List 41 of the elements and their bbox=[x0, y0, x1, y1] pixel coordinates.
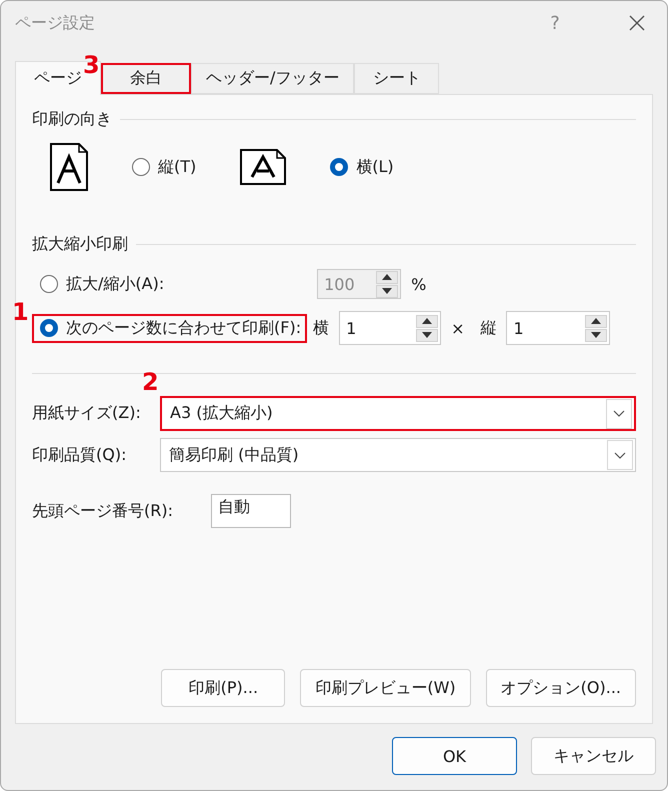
radio-option[interactable]: 横(L) bbox=[330, 156, 394, 178]
section-title: 印刷の向き bbox=[32, 109, 112, 130]
pages-wide-spinbox[interactable]: 1 bbox=[339, 311, 442, 345]
callout-number: 2 bbox=[142, 370, 159, 394]
action-button[interactable]: オプション(O)... bbox=[486, 669, 636, 707]
tab[interactable]: ヘッダー/フッター bbox=[191, 63, 354, 94]
chevron-down-icon bbox=[614, 452, 626, 458]
down-arrow-icon bbox=[422, 332, 432, 338]
spin-up-button[interactable] bbox=[585, 314, 608, 328]
up-arrow-icon bbox=[422, 318, 432, 324]
up-arrow-icon bbox=[591, 318, 602, 324]
field-label: 横 bbox=[313, 318, 330, 338]
portrait-page-icon bbox=[50, 143, 88, 191]
dialog-button[interactable]: キャンセル bbox=[531, 737, 656, 775]
down-arrow-icon bbox=[382, 288, 392, 294]
field-label: 縦 bbox=[480, 318, 496, 338]
close-icon bbox=[629, 15, 645, 31]
pages-tall-spinbox[interactable]: 1 bbox=[506, 311, 610, 345]
radio-option[interactable]: 縦(T) bbox=[132, 156, 196, 178]
up-arrow-icon bbox=[382, 274, 392, 280]
times-sign: × bbox=[451, 318, 464, 338]
spin-down-button[interactable] bbox=[585, 328, 608, 342]
action-button[interactable]: 印刷(P)... bbox=[161, 669, 286, 707]
dialog-button[interactable]: OK bbox=[392, 737, 517, 775]
input-field[interactable]: 自動 bbox=[211, 494, 291, 528]
dropdown[interactable]: 簡易印刷 (中品質) bbox=[160, 438, 636, 472]
unit-label: % bbox=[411, 274, 426, 294]
section-title: 拡大縮小印刷 bbox=[32, 234, 128, 255]
spin-up-button[interactable] bbox=[416, 314, 438, 328]
tab[interactable]: シート bbox=[354, 63, 440, 94]
chevron-down-icon bbox=[613, 410, 625, 417]
field-label: 印刷品質(Q): bbox=[32, 444, 128, 466]
field-label: 先頭ページ番号(R): bbox=[32, 500, 173, 522]
landscape-page-icon bbox=[240, 149, 286, 185]
window-title: ページ設定 bbox=[15, 12, 96, 34]
down-arrow-icon bbox=[591, 332, 602, 338]
radio-option[interactable]: 拡大/縮小(A): bbox=[40, 274, 308, 294]
callout-number: 1 bbox=[12, 300, 29, 324]
action-button[interactable]: 印刷プレビュー(W) bbox=[300, 669, 471, 707]
field-label: 用紙サイズ(Z): bbox=[32, 403, 142, 424]
spin-down-button[interactable] bbox=[416, 328, 438, 342]
